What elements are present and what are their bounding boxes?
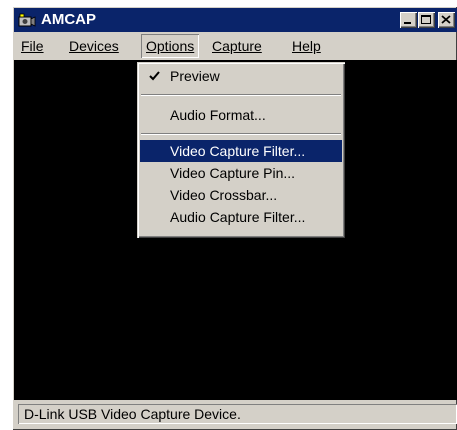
menu-item-audio-format[interactable]: Audio Format... (140, 104, 342, 126)
menu-item-audio-capture-filter-label: Audio Capture Filter... (170, 209, 306, 225)
menu-options-label: Options (146, 38, 195, 54)
menu-item-video-capture-filter[interactable]: Video Capture Filter... (140, 140, 342, 162)
menu-item-audio-format-label: Audio Format... (170, 107, 266, 123)
maximize-icon[interactable] (418, 12, 435, 28)
menu-file[interactable]: File (16, 34, 49, 58)
menu-devices[interactable]: Devices (64, 34, 124, 58)
menu-bar: File Devices Options Capture Help (14, 34, 457, 58)
menu-file-label: File (21, 38, 44, 54)
status-text: D-Link USB Video Capture Device. (18, 404, 457, 424)
menu-item-video-crossbar[interactable]: Video Crossbar... (140, 184, 342, 206)
menu-capture[interactable]: Capture (207, 34, 267, 58)
title-bar[interactable]: AMCAP (14, 8, 457, 32)
menu-separator (141, 133, 341, 135)
menu-devices-label: Devices (69, 38, 119, 54)
menu-item-audio-capture-filter[interactable]: Audio Capture Filter... (140, 206, 342, 228)
menu-capture-label: Capture (212, 38, 262, 54)
menu-options[interactable]: Options (141, 34, 199, 58)
menu-separator (141, 94, 341, 96)
status-bar: D-Link USB Video Capture Device. (14, 402, 457, 426)
minimize-icon[interactable] (400, 12, 417, 28)
menu-item-preview[interactable]: Preview (140, 65, 342, 87)
options-dropdown-menu: Preview Audio Format... Video Capture Fi… (137, 62, 345, 238)
menu-help-label: Help (292, 38, 321, 54)
menu-help[interactable]: Help (287, 34, 326, 58)
menu-item-video-crossbar-label: Video Crossbar... (170, 187, 278, 203)
menu-item-video-capture-pin[interactable]: Video Capture Pin... (140, 162, 342, 184)
menu-item-preview-label: Preview (170, 68, 220, 84)
camera-icon[interactable] (18, 12, 36, 28)
checkmark-icon (149, 71, 160, 81)
menu-item-video-capture-filter-label: Video Capture Filter... (170, 143, 306, 159)
close-icon[interactable] (438, 12, 455, 28)
menu-item-video-capture-pin-label: Video Capture Pin... (170, 165, 296, 181)
window-title: AMCAP (41, 11, 96, 28)
